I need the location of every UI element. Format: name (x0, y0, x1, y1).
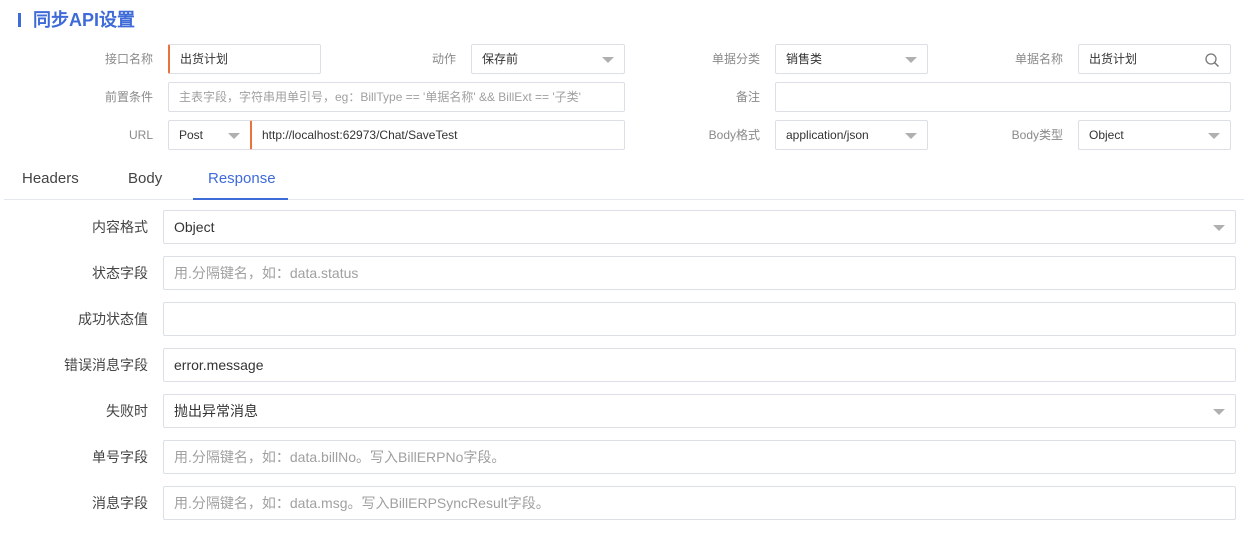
body-type-label: Body类型 (1011, 128, 1063, 142)
chevron-down-icon (228, 133, 240, 139)
on-failure-value: 抛出异常消息 (174, 403, 258, 419)
message-field-placeholder: 用.分隔键名，如：data.msg。写入BillERPSyncResult字段。 (174, 495, 550, 511)
title-accent-bar (18, 13, 21, 27)
bill-category-select[interactable]: 销售类 (775, 44, 928, 74)
body-type-select[interactable]: Object (1078, 120, 1231, 150)
precondition-placeholder: 主表字段，字符串用单引号，eg：BillType == '单据名称' && Bi… (179, 90, 581, 104)
bill-no-field-input[interactable]: 用.分隔键名，如：data.billNo。写入BillERPNo字段。 (163, 440, 1236, 474)
status-field-placeholder: 用.分隔键名，如：data.status (174, 265, 359, 281)
chevron-down-icon (905, 133, 917, 139)
bill-name-value: 出货计划 (1089, 52, 1138, 66)
body-format-value: application/json (786, 128, 869, 142)
chevron-down-icon (602, 57, 614, 63)
remark-input[interactable] (775, 82, 1231, 112)
chevron-down-icon (1213, 409, 1225, 415)
action-select[interactable]: 保存前 (471, 44, 625, 74)
error-field-input[interactable]: error.message (163, 348, 1236, 382)
tab-headers[interactable]: Headers (22, 170, 79, 188)
interface-name-input[interactable]: 出货计划 (168, 44, 321, 74)
message-field-input[interactable]: 用.分隔键名，如：data.msg。写入BillERPSyncResult字段。 (163, 486, 1236, 520)
status-field-input[interactable]: 用.分隔键名，如：data.status (163, 256, 1236, 290)
tab-response[interactable]: Response (208, 170, 276, 188)
body-type-value: Object (1089, 128, 1124, 142)
page-title: 同步API设置 (33, 10, 136, 30)
bill-category-label: 单据分类 (711, 52, 760, 66)
action-value: 保存前 (482, 52, 519, 66)
remark-label: 备注 (735, 90, 760, 104)
http-method-select[interactable]: Post (168, 120, 251, 150)
error-field-value: error.message (174, 357, 264, 373)
action-label: 动作 (431, 52, 456, 66)
chevron-down-icon (905, 57, 917, 63)
bill-category-value: 销售类 (786, 52, 823, 66)
interface-name-label: 接口名称 (104, 52, 153, 66)
tab-body[interactable]: Body (128, 170, 162, 188)
success-value-label: 成功状态值 (78, 311, 148, 327)
chevron-down-icon (1208, 133, 1220, 139)
bill-name-input[interactable]: 出货计划 (1078, 44, 1231, 74)
interface-name-value: 出货计划 (180, 52, 229, 66)
success-value-input[interactable] (163, 302, 1236, 336)
content-format-value: Object (174, 219, 215, 235)
content-format-select[interactable]: Object (163, 210, 1236, 244)
url-value: http://localhost:62973/Chat/SaveTest (262, 128, 458, 142)
search-icon[interactable] (1204, 52, 1220, 68)
bill-no-field-placeholder: 用.分隔键名，如：data.billNo。写入BillERPNo字段。 (174, 449, 506, 465)
url-input[interactable]: http://localhost:62973/Chat/SaveTest (250, 120, 625, 150)
error-field-label: 错误消息字段 (64, 357, 148, 373)
bill-name-label: 单据名称 (1014, 52, 1063, 66)
body-format-label: Body格式 (708, 128, 760, 142)
precondition-label: 前置条件 (104, 90, 153, 104)
on-failure-label: 失败时 (106, 403, 148, 419)
precondition-input[interactable]: 主表字段，字符串用单引号，eg：BillType == '单据名称' && Bi… (168, 82, 625, 112)
on-failure-select[interactable]: 抛出异常消息 (163, 394, 1236, 428)
tab-divider (4, 199, 1244, 200)
status-field-label: 状态字段 (92, 265, 148, 281)
http-method-value: Post (179, 128, 204, 142)
body-format-select[interactable]: application/json (775, 120, 928, 150)
message-field-label: 消息字段 (92, 495, 148, 511)
bill-no-field-label: 单号字段 (92, 449, 148, 465)
chevron-down-icon (1213, 225, 1225, 231)
url-label: URL (128, 128, 153, 142)
content-format-label: 内容格式 (92, 219, 148, 235)
active-tab-indicator (193, 198, 288, 200)
